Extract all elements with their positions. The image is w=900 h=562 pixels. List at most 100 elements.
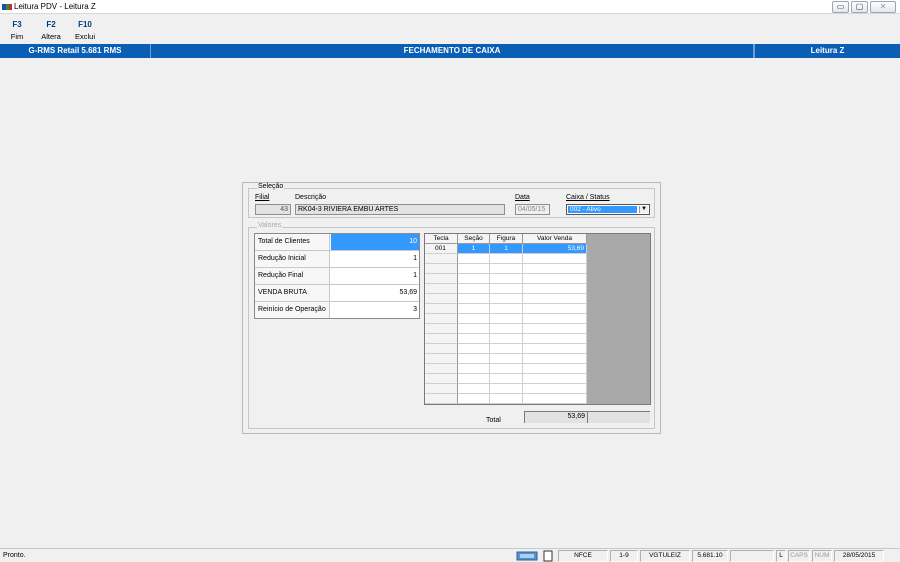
grid-empty-cell[interactable] [490,314,523,324]
grid-empty-cell[interactable] [425,254,458,264]
status-cell: CAPS [788,550,810,562]
grid-empty-cell[interactable] [425,284,458,294]
grid-empty-cell[interactable] [458,284,490,294]
grid-empty-cell[interactable] [458,294,490,304]
grid-empty-cell[interactable] [425,334,458,344]
header-bar: G-RMS Retail 5.681 RMS FECHAMENTO DE CAI… [0,44,900,58]
grid-empty-cell[interactable] [490,374,523,384]
grid-cell-tecla[interactable]: 001 [425,244,458,254]
grid-header-secao[interactable]: Seção [458,234,490,244]
grid-empty-cell[interactable] [425,384,458,394]
window-title: Leitura PDV - Leitura Z [14,2,96,11]
grid-empty-cell[interactable] [425,274,458,284]
fim-button[interactable]: F3 Fim [6,20,28,41]
summary-value: 1 [413,255,417,262]
summary-row[interactable]: VENDA BRUTA 53,69 [255,285,419,302]
grid-empty-cell[interactable] [523,364,587,374]
summary-row[interactable]: Redução Final 1 [255,268,419,285]
grid-header-tecla[interactable]: Tecla [425,234,458,244]
grid-empty-cell[interactable] [490,304,523,314]
grid-empty-cell[interactable] [490,334,523,344]
grid-empty-area [587,234,650,404]
grid-empty-cell[interactable] [490,324,523,334]
summary-value: 53,69 [399,289,417,296]
data-field[interactable]: 04/05/15 [515,204,550,215]
grid-empty-cell[interactable] [458,364,490,374]
summary-label: Reinício de Operação [255,302,330,318]
altera-button[interactable]: F2 Altera [40,20,62,41]
caixa-status-select[interactable]: 002 - Ativo ▼ [566,204,650,215]
grid-empty-cell[interactable] [523,374,587,384]
grid-empty-cell[interactable] [425,344,458,354]
grid-empty-cell[interactable] [425,394,458,404]
grid-empty-cell[interactable] [490,344,523,354]
status-cell: 1-9 [610,550,638,562]
grid-empty-cell[interactable] [490,264,523,274]
grid-empty-cell[interactable] [523,394,587,404]
status-cell: 5.681.10 [692,550,728,562]
grid-empty-cell[interactable] [458,314,490,324]
window-controls: ▭ ▢ ✕ [832,1,896,13]
grid-empty-cell[interactable] [425,354,458,364]
filial-field[interactable]: 43 [255,204,291,215]
caixa-status-label: Caixa / Status [566,194,610,201]
summary-row[interactable]: Total de Clientes 10 [255,234,419,251]
grid-empty-cell[interactable] [458,304,490,314]
chevron-down-icon[interactable]: ▼ [639,206,648,213]
grid-empty-cell[interactable] [425,294,458,304]
grid-empty-cell[interactable] [490,384,523,394]
minimize-button[interactable]: ▭ [832,1,849,13]
maximize-button[interactable]: ▢ [851,1,868,13]
grid-empty-cell[interactable] [523,304,587,314]
grid-empty-cell[interactable] [523,334,587,344]
title-bar: Leitura PDV - Leitura Z ▭ ▢ ✕ [0,0,900,14]
grid-empty-cell[interactable] [458,344,490,354]
grid-empty-cell[interactable] [490,394,523,404]
grid-empty-cell[interactable] [425,364,458,374]
grid-empty-cell[interactable] [425,374,458,384]
sales-grid[interactable]: Tecla Seção Figura Valor Venda 001 1 1 5… [424,233,651,405]
grid-empty-cell[interactable] [523,264,587,274]
grid-empty-cell[interactable] [523,284,587,294]
grid-header-valor-venda[interactable]: Valor Venda [523,234,587,244]
grid-empty-cell[interactable] [523,294,587,304]
grid-empty-cell[interactable] [458,374,490,384]
grid-empty-cell[interactable] [490,284,523,294]
close-button[interactable]: ✕ [870,1,896,13]
selecao-title: Seleção [257,183,285,190]
grid-empty-cell[interactable] [490,294,523,304]
summary-row[interactable]: Reinício de Operação 3 [255,302,419,319]
grid-empty-cell[interactable] [458,384,490,394]
grid-empty-cell[interactable] [523,344,587,354]
grid-empty-cell[interactable] [458,254,490,264]
grid-empty-cell[interactable] [523,384,587,394]
grid-empty-cell[interactable] [425,304,458,314]
grid-empty-cell[interactable] [458,324,490,334]
grid-empty-cell[interactable] [490,354,523,364]
grid-empty-cell[interactable] [458,354,490,364]
grid-header-figura[interactable]: Figura [490,234,523,244]
grid-empty-cell[interactable] [425,324,458,334]
grid-empty-cell[interactable] [458,334,490,344]
grid-empty-cell[interactable] [523,354,587,364]
grid-empty-cell[interactable] [458,394,490,404]
grid-empty-cell[interactable] [523,324,587,334]
grid-empty-cell[interactable] [425,314,458,324]
grid-empty-cell[interactable] [458,274,490,284]
grid-empty-cell[interactable] [425,264,458,274]
grid-empty-cell[interactable] [458,264,490,274]
grid-empty-cell[interactable] [523,274,587,284]
grid-empty-cell[interactable] [490,254,523,264]
grid-empty-cell[interactable] [523,254,587,264]
summary-label: Total de Clientes [255,234,330,250]
grid-empty-cell[interactable] [490,364,523,374]
summary-row[interactable]: Redução Inicial 1 [255,251,419,268]
grid-cell-secao[interactable]: 1 [458,244,490,254]
grid-empty-cell[interactable] [490,274,523,284]
grid-empty-cell[interactable] [523,314,587,324]
grid-cell-valor-venda[interactable]: 53,69 [523,244,587,254]
exclui-button[interactable]: F10 Exclui [74,20,96,41]
grid-cell-figura[interactable]: 1 [490,244,523,254]
status-text: Pronto. [3,552,26,559]
descricao-label: Descrição [295,194,327,201]
